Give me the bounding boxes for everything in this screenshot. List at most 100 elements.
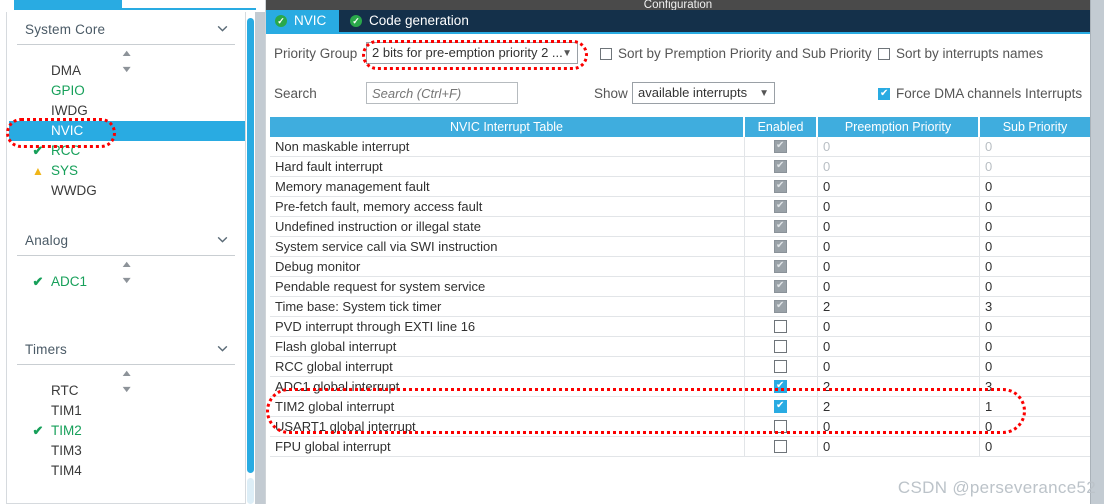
cell-enabled[interactable] <box>745 237 818 256</box>
table-row[interactable]: Non maskable interrupt 00 <box>270 137 1090 157</box>
table-row[interactable]: Flash global interrupt 0 0 <box>270 337 1090 357</box>
cell-preemption-priority[interactable]: 0 <box>818 417 980 436</box>
spinner-updown-icon[interactable]: ▲ ▼ <box>7 365 245 394</box>
table-row[interactable]: Undefined instruction or illegal state 00 <box>270 217 1090 237</box>
force-dma-checkbox-row[interactable]: Force DMA channels Interrupts <box>878 86 1082 101</box>
table-row[interactable]: Hard fault interrupt 00 <box>270 157 1090 177</box>
cell-enabled[interactable] <box>745 137 818 156</box>
table-row[interactable]: ADC1 global interrupt 23 <box>270 377 1090 397</box>
cell-enabled[interactable] <box>745 177 818 196</box>
sidebar-item-iwdg[interactable]: IWDG <box>7 101 245 121</box>
cell-enabled[interactable] <box>745 277 818 296</box>
sidebar-item-tim4[interactable]: TIM4 <box>7 461 245 481</box>
cell-preemption-priority[interactable]: 0 <box>818 257 980 276</box>
cell-sub-priority[interactable]: 0 <box>980 237 1090 256</box>
cell-preemption-priority[interactable]: 0 <box>818 217 980 236</box>
tab-nvic[interactable]: ✓ NVIC <box>266 10 340 32</box>
cell-preemption-priority[interactable]: 0 <box>818 437 980 456</box>
cell-preemption-priority[interactable]: 0 <box>818 277 980 296</box>
cell-sub-priority[interactable]: 0 <box>980 257 1090 276</box>
table-row[interactable]: RCC global interrupt 0 0 <box>270 357 1090 377</box>
sidebar-item-tim2[interactable]: ✔ TIM2 <box>7 421 245 441</box>
cell-preemption-priority[interactable]: 0 <box>818 177 980 196</box>
cell-sub-priority[interactable]: 0 <box>980 337 1090 356</box>
spinner-updown-icon[interactable]: ▲ ▼ <box>7 45 245 74</box>
table-row[interactable]: Pendable request for system service 00 <box>270 277 1090 297</box>
cell-preemption-priority[interactable]: 0 <box>818 237 980 256</box>
cell-enabled[interactable] <box>745 377 818 396</box>
sidebar-item-adc1[interactable]: ✔ ADC1 <box>7 272 245 292</box>
cell-sub-priority[interactable]: 3 <box>980 297 1090 316</box>
cell-sub-priority[interactable]: 0 <box>980 177 1090 196</box>
cell-preemption-priority[interactable]: 2 <box>818 297 980 316</box>
sort-names-checkbox-row[interactable]: Sort by interrupts names <box>878 46 1043 61</box>
sidebar-tab-active[interactable] <box>14 0 122 8</box>
column-header-interrupt-table[interactable]: NVIC Interrupt Table <box>270 117 745 137</box>
cell-preemption-priority[interactable]: 0 <box>818 357 980 376</box>
checkbox-enabled[interactable] <box>774 399 787 413</box>
cell-enabled[interactable] <box>745 157 818 176</box>
column-header-enabled[interactable]: Enabled <box>745 117 818 137</box>
sort-premption-checkbox-row[interactable]: Sort by Premption Priority and Sub Prior… <box>600 46 872 61</box>
sidebar-group-system-core[interactable]: System Core <box>17 12 235 45</box>
column-header-preemption[interactable]: Preemption Priority <box>818 117 980 137</box>
sidebar-item-rtc[interactable]: RTC <box>7 381 245 401</box>
sidebar-item-tim3[interactable]: TIM3 <box>7 441 245 461</box>
cell-enabled[interactable] <box>745 217 818 236</box>
checkbox-enabled[interactable] <box>774 320 787 333</box>
search-input[interactable] <box>366 82 518 104</box>
table-row[interactable]: System service call via SWI instruction 0… <box>270 237 1090 257</box>
cell-enabled[interactable] <box>745 257 818 276</box>
checkbox-enabled[interactable] <box>774 340 787 353</box>
table-row[interactable]: Debug monitor 00 <box>270 257 1090 277</box>
cell-sub-priority[interactable]: 0 <box>980 357 1090 376</box>
cell-preemption-priority[interactable]: 0 <box>818 157 980 176</box>
cell-enabled[interactable] <box>745 337 818 356</box>
checkbox-enabled[interactable] <box>774 360 787 373</box>
cell-sub-priority[interactable]: 0 <box>980 437 1090 456</box>
cell-enabled[interactable] <box>745 197 818 216</box>
cell-preemption-priority[interactable]: 2 <box>818 397 980 416</box>
sidebar-item-wwdg[interactable]: WWDG <box>7 181 245 201</box>
cell-sub-priority[interactable]: 0 <box>980 317 1090 336</box>
sidebar-item-sys[interactable]: ▲ SYS <box>7 161 245 181</box>
cell-sub-priority[interactable]: 3 <box>980 377 1090 396</box>
cell-sub-priority[interactable]: 1 <box>980 397 1090 416</box>
cell-preemption-priority[interactable]: 2 <box>818 377 980 396</box>
priority-group-dropdown[interactable]: 2 bits for pre-emption priority 2 ... ▼ <box>366 42 578 64</box>
cell-sub-priority[interactable]: 0 <box>980 137 1090 156</box>
checkbox-sort-premption[interactable] <box>600 48 612 60</box>
sidebar-group-timers[interactable]: Timers <box>17 332 235 365</box>
checkbox-enabled[interactable] <box>774 379 787 393</box>
sidebar-item-gpio[interactable]: GPIO <box>7 81 245 101</box>
checkbox-sort-interrupt-names[interactable] <box>878 48 890 60</box>
sidebar-item-tim1[interactable]: TIM1 <box>7 401 245 421</box>
cell-sub-priority[interactable]: 0 <box>980 217 1090 236</box>
sidebar-scrollbar-thumb[interactable] <box>247 18 254 473</box>
cell-enabled[interactable] <box>745 397 818 416</box>
tab-code-generation[interactable]: ✓ Code generation <box>341 10 482 32</box>
sidebar-scrollbar-track[interactable] <box>255 12 265 504</box>
sidebar-item-dma[interactable]: DMA <box>7 61 245 81</box>
cell-sub-priority[interactable]: 0 <box>980 157 1090 176</box>
table-row[interactable]: FPU global interrupt 0 0 <box>270 437 1090 457</box>
sidebar-item-rcc[interactable]: ✔ RCC <box>7 141 245 161</box>
checkbox-enabled[interactable] <box>774 420 787 433</box>
checkbox-force-dma-channels[interactable] <box>878 87 890 100</box>
cell-preemption-priority[interactable]: 0 <box>818 197 980 216</box>
table-row[interactable]: TIM2 global interrupt 21 <box>270 397 1090 417</box>
sidebar-scrollbar-thumb-tail[interactable] <box>247 478 254 504</box>
table-row[interactable]: Pre-fetch fault, memory access fault 00 <box>270 197 1090 217</box>
show-dropdown[interactable]: available interrupts ▼ <box>632 82 775 104</box>
column-header-sub-priority[interactable]: Sub Priority <box>980 117 1090 137</box>
spinner-updown-icon[interactable]: ▲ ▼ <box>7 256 245 285</box>
table-row[interactable]: USART1 global interrupt 0 0 <box>270 417 1090 437</box>
sidebar-group-analog[interactable]: Analog <box>17 223 235 256</box>
cell-preemption-priority[interactable]: 0 <box>818 337 980 356</box>
cell-enabled[interactable] <box>745 437 818 456</box>
table-row[interactable]: Time base: System tick timer 23 <box>270 297 1090 317</box>
sidebar-item-nvic[interactable]: NVIC <box>9 121 245 141</box>
cell-enabled[interactable] <box>745 317 818 336</box>
cell-enabled[interactable] <box>745 417 818 436</box>
cell-preemption-priority[interactable]: 0 <box>818 137 980 156</box>
